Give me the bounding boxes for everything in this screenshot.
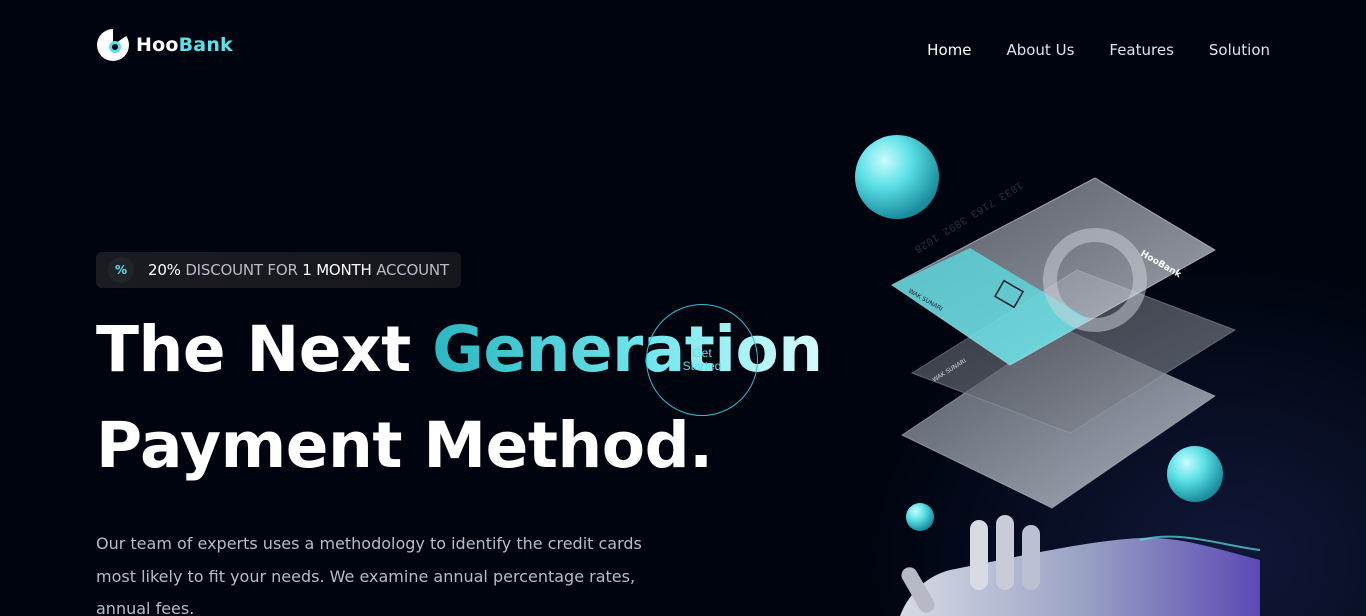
nav-item-features[interactable]: Features [1109,41,1174,59]
hero-title-plain: The Next [96,313,411,386]
discount-text-2: ACCOUNT [376,261,449,279]
get-started-button[interactable]: Get Started [646,304,758,416]
hero-title-accent: Generation [432,313,823,386]
discount-badge: % 20% DISCOUNT FOR 1 MONTH ACCOUNT [96,252,461,288]
hero-illustration: WAK SUNARI 1833 7163 3892 1028 HooBank W… [855,135,1260,616]
discount-text-1: DISCOUNT FOR [185,261,298,279]
robot-hand [900,515,1260,616]
brand-name: HooBank [136,34,233,56]
discount-duration: 1 MONTH [302,261,372,279]
discount-text: 20% DISCOUNT FOR 1 MONTH ACCOUNT [148,261,449,279]
sphere-large [855,135,939,219]
brand-name-part1: Hoo [136,34,179,56]
hero-page: HooBank Home About Us Features Solution … [0,0,1366,616]
main-nav: Home About Us Features Solution [927,41,1270,59]
percent-icon: % [108,257,134,283]
nav-item-home[interactable]: Home [927,41,971,59]
sphere-small [906,503,934,531]
brand-name-part2: Bank [178,34,233,56]
nav-item-solution[interactable]: Solution [1209,41,1270,59]
get-started-label: Get Started [682,345,722,373]
sphere-medium [1167,446,1223,502]
hoobank-logo-icon [97,28,129,61]
discount-percent: 20% [148,261,181,279]
logo[interactable]: HooBank [96,28,233,62]
nav-item-about-us[interactable]: About Us [1006,41,1074,59]
hero-title-line2: Payment Method. [96,409,713,482]
hero-description: Our team of experts uses a methodology t… [96,534,642,616]
